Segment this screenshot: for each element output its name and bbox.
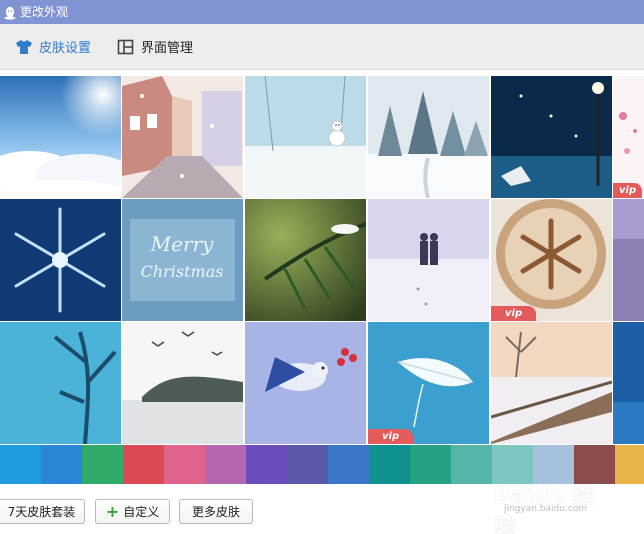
window-title: 更改外观	[20, 5, 69, 19]
skin-grid: vip Merry Christmas vip vip	[0, 76, 644, 444]
skin-tile-blue-branches[interactable]	[0, 322, 121, 444]
skin-tile-snowflake-blue[interactable]	[0, 199, 121, 321]
skin-tile-white-feather[interactable]: vip	[368, 322, 489, 444]
plus-icon: +	[105, 501, 120, 521]
color-swatch[interactable]	[164, 445, 205, 484]
skin-tile-snowy-street[interactable]	[122, 76, 243, 198]
color-swatch[interactable]	[533, 445, 574, 484]
custom-skin-button[interactable]: + 自定义	[95, 499, 170, 524]
color-swatch-strip	[0, 445, 644, 484]
vip-badge: vip	[491, 306, 537, 321]
tab-interface-management-label: 界面管理	[141, 41, 194, 56]
vip-badge: vip	[368, 429, 414, 444]
skin-suite-button[interactable]: 7天皮肤套装	[0, 499, 85, 524]
tab-skin-settings[interactable]: 皮肤设置	[15, 24, 91, 70]
color-swatch[interactable]	[410, 445, 451, 484]
tab-skin-settings-label: 皮肤设置	[39, 41, 92, 56]
custom-skin-label: 自定义	[123, 505, 160, 519]
color-swatch[interactable]	[328, 445, 369, 484]
skin-suite-label: 7天皮肤套装	[7, 505, 76, 519]
tab-bar: 皮肤设置 界面管理	[0, 24, 644, 70]
color-swatch[interactable]	[574, 445, 615, 484]
layout-icon	[117, 39, 135, 55]
merry-text: Merry	[150, 232, 214, 256]
christmas-text: Christmas	[141, 262, 224, 281]
skin-tile-merry-christmas[interactable]: Merry Christmas	[122, 199, 243, 321]
skin-tile-couple-snow[interactable]	[368, 199, 489, 321]
color-swatch[interactable]	[205, 445, 246, 484]
skin-tile-snow-bridge[interactable]	[491, 322, 612, 444]
color-swatch[interactable]	[287, 445, 328, 484]
skin-tile-purple[interactable]	[613, 199, 644, 321]
footer-bar: 7天皮肤套装 + 自定义 更多皮肤	[0, 484, 644, 534]
skin-tile-night-lamp[interactable]	[491, 76, 612, 198]
skin-tile-pink-flowers[interactable]: vip	[613, 76, 644, 198]
appearance-window: 更改外观 皮肤设置 界面管理 vip Merry Christmas vip v…	[0, 0, 644, 534]
title-bar: 更改外观	[0, 0, 644, 24]
skin-tile-snowman[interactable]	[245, 76, 366, 198]
vip-badge: vip	[613, 183, 643, 198]
skin-tile-bird-berries[interactable]	[245, 322, 366, 444]
skin-tile-sky-clouds[interactable]	[0, 76, 121, 198]
skin-tile-latte[interactable]: vip	[491, 199, 612, 321]
skin-tile-pine-branch[interactable]	[245, 199, 366, 321]
color-swatch[interactable]	[369, 445, 410, 484]
color-swatch[interactable]	[41, 445, 82, 484]
color-swatch[interactable]	[0, 445, 41, 484]
more-skins-button[interactable]: 更多皮肤	[179, 499, 253, 524]
color-swatch[interactable]	[615, 445, 644, 484]
tshirt-icon	[15, 39, 33, 55]
skin-tile-snow-forest[interactable]	[368, 76, 489, 198]
color-swatch[interactable]	[82, 445, 123, 484]
more-skins-label: 更多皮肤	[191, 505, 240, 519]
skin-tile-lake-birds[interactable]	[122, 322, 243, 444]
tab-interface-management[interactable]: 界面管理	[117, 24, 193, 70]
qq-penguin-icon	[3, 5, 17, 20]
color-swatch[interactable]	[246, 445, 287, 484]
color-swatch[interactable]	[123, 445, 164, 484]
skin-tile-blue-edge[interactable]	[613, 322, 644, 444]
color-swatch[interactable]	[492, 445, 533, 484]
color-swatch[interactable]	[451, 445, 492, 484]
